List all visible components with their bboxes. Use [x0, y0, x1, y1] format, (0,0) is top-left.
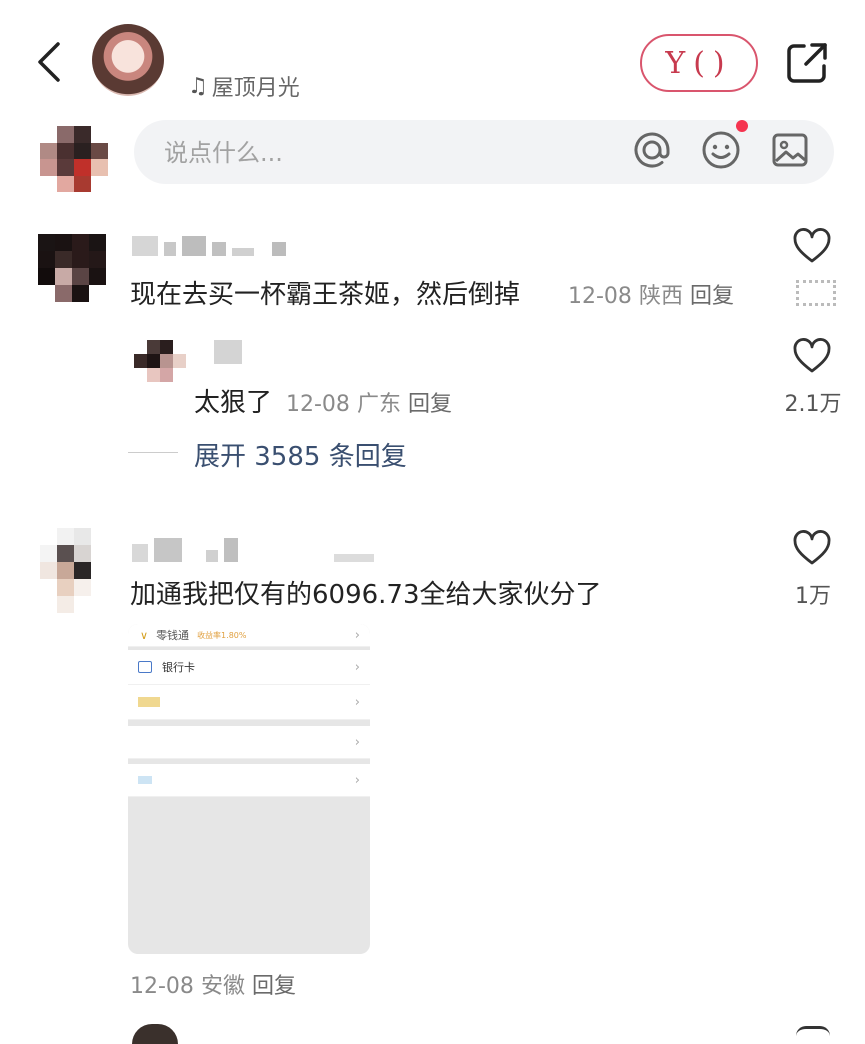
wallet-icon: ∨: [140, 628, 149, 642]
like-button[interactable]: [792, 228, 832, 264]
like-count: 1万: [795, 584, 831, 609]
next-commenter-avatar: [132, 1024, 178, 1044]
heart-icon: [793, 228, 831, 263]
like-button[interactable]: [792, 338, 832, 374]
card-icon: [138, 661, 152, 673]
username-blurred[interactable]: [132, 234, 286, 256]
reply-date: 12-08: [286, 392, 350, 417]
my-avatar: [40, 126, 108, 192]
author-avatar[interactable]: [92, 24, 164, 96]
comment-location: 陕西: [638, 284, 683, 309]
heart-icon: [793, 338, 831, 373]
chevron-right-icon: ›: [354, 734, 360, 750]
image-row-blurred: ›: [128, 726, 370, 759]
expand-replies-button[interactable]: 展开 3585 条回复: [194, 436, 407, 473]
heart-icon: [793, 530, 831, 565]
next-like-heart-partial: [796, 1026, 830, 1039]
mention-button[interactable]: [630, 128, 674, 172]
reply-button[interactable]: 回复: [408, 392, 452, 417]
share-icon: [787, 43, 827, 83]
notification-dot: [736, 120, 748, 132]
smile-icon: [702, 131, 740, 169]
reply-text: 太狠了: [194, 388, 273, 418]
like-count: 2.1万: [784, 392, 842, 417]
like-button[interactable]: [792, 530, 832, 566]
comment-date: 12-08: [130, 974, 194, 999]
comment-text: 现在去买一杯霸王茶姬，然后倒掉: [130, 280, 521, 310]
like-count-blurred: [796, 280, 836, 306]
music-note-icon: ♫: [188, 73, 208, 99]
reply-meta: 12-08 广东 回复: [286, 386, 452, 418]
reply-button[interactable]: 回复: [690, 284, 734, 309]
image-button[interactable]: [768, 128, 812, 172]
image-row-blurred: ›: [128, 764, 370, 797]
comment-image[interactable]: ∨ 零钱通 收益率1.80% › 银行卡 › › › ›: [128, 624, 370, 954]
music-title: 屋顶月光: [211, 76, 300, 101]
chevron-right-icon: ›: [354, 772, 360, 788]
emoji-button[interactable]: [699, 128, 743, 172]
comment-date: 12-08: [568, 284, 632, 309]
chevron-right-icon: ›: [354, 659, 360, 675]
image-row-bankcard: 银行卡 ›: [128, 650, 370, 685]
chevron-left-icon: [38, 42, 60, 82]
chevron-right-icon: ›: [354, 694, 360, 710]
chevron-right-icon: ›: [354, 627, 360, 643]
comment-input-placeholder[interactable]: 说点什么...: [164, 133, 283, 168]
reply-username-blurred[interactable]: [214, 340, 242, 364]
commenter-avatar[interactable]: [38, 234, 106, 302]
commenter-avatar[interactable]: [40, 528, 108, 613]
replier-avatar[interactable]: [134, 340, 186, 382]
comment-location: 安徽: [200, 974, 245, 999]
expand-divider: [128, 452, 178, 453]
share-button[interactable]: [784, 40, 830, 86]
image-icon: [772, 133, 808, 167]
music-tag[interactable]: ♫ 屋顶月光: [188, 70, 300, 102]
back-button[interactable]: [30, 36, 70, 88]
comment-meta: 12-08 陕西 回复: [568, 278, 734, 310]
image-row-blurred: ›: [128, 685, 370, 720]
at-icon: [634, 132, 670, 168]
follow-stamp[interactable]: Y(): [640, 34, 758, 92]
comment-text: 加通我把仅有的6096.73全给大家伙分了: [130, 580, 602, 610]
comment-meta: 12-08 安徽 回复: [130, 968, 296, 1000]
username-blurred[interactable]: [132, 538, 374, 562]
reply-button[interactable]: 回复: [252, 974, 296, 999]
reply-location: 广东: [356, 392, 401, 417]
image-row-wallet: ∨ 零钱通 收益率1.80% ›: [128, 624, 370, 647]
